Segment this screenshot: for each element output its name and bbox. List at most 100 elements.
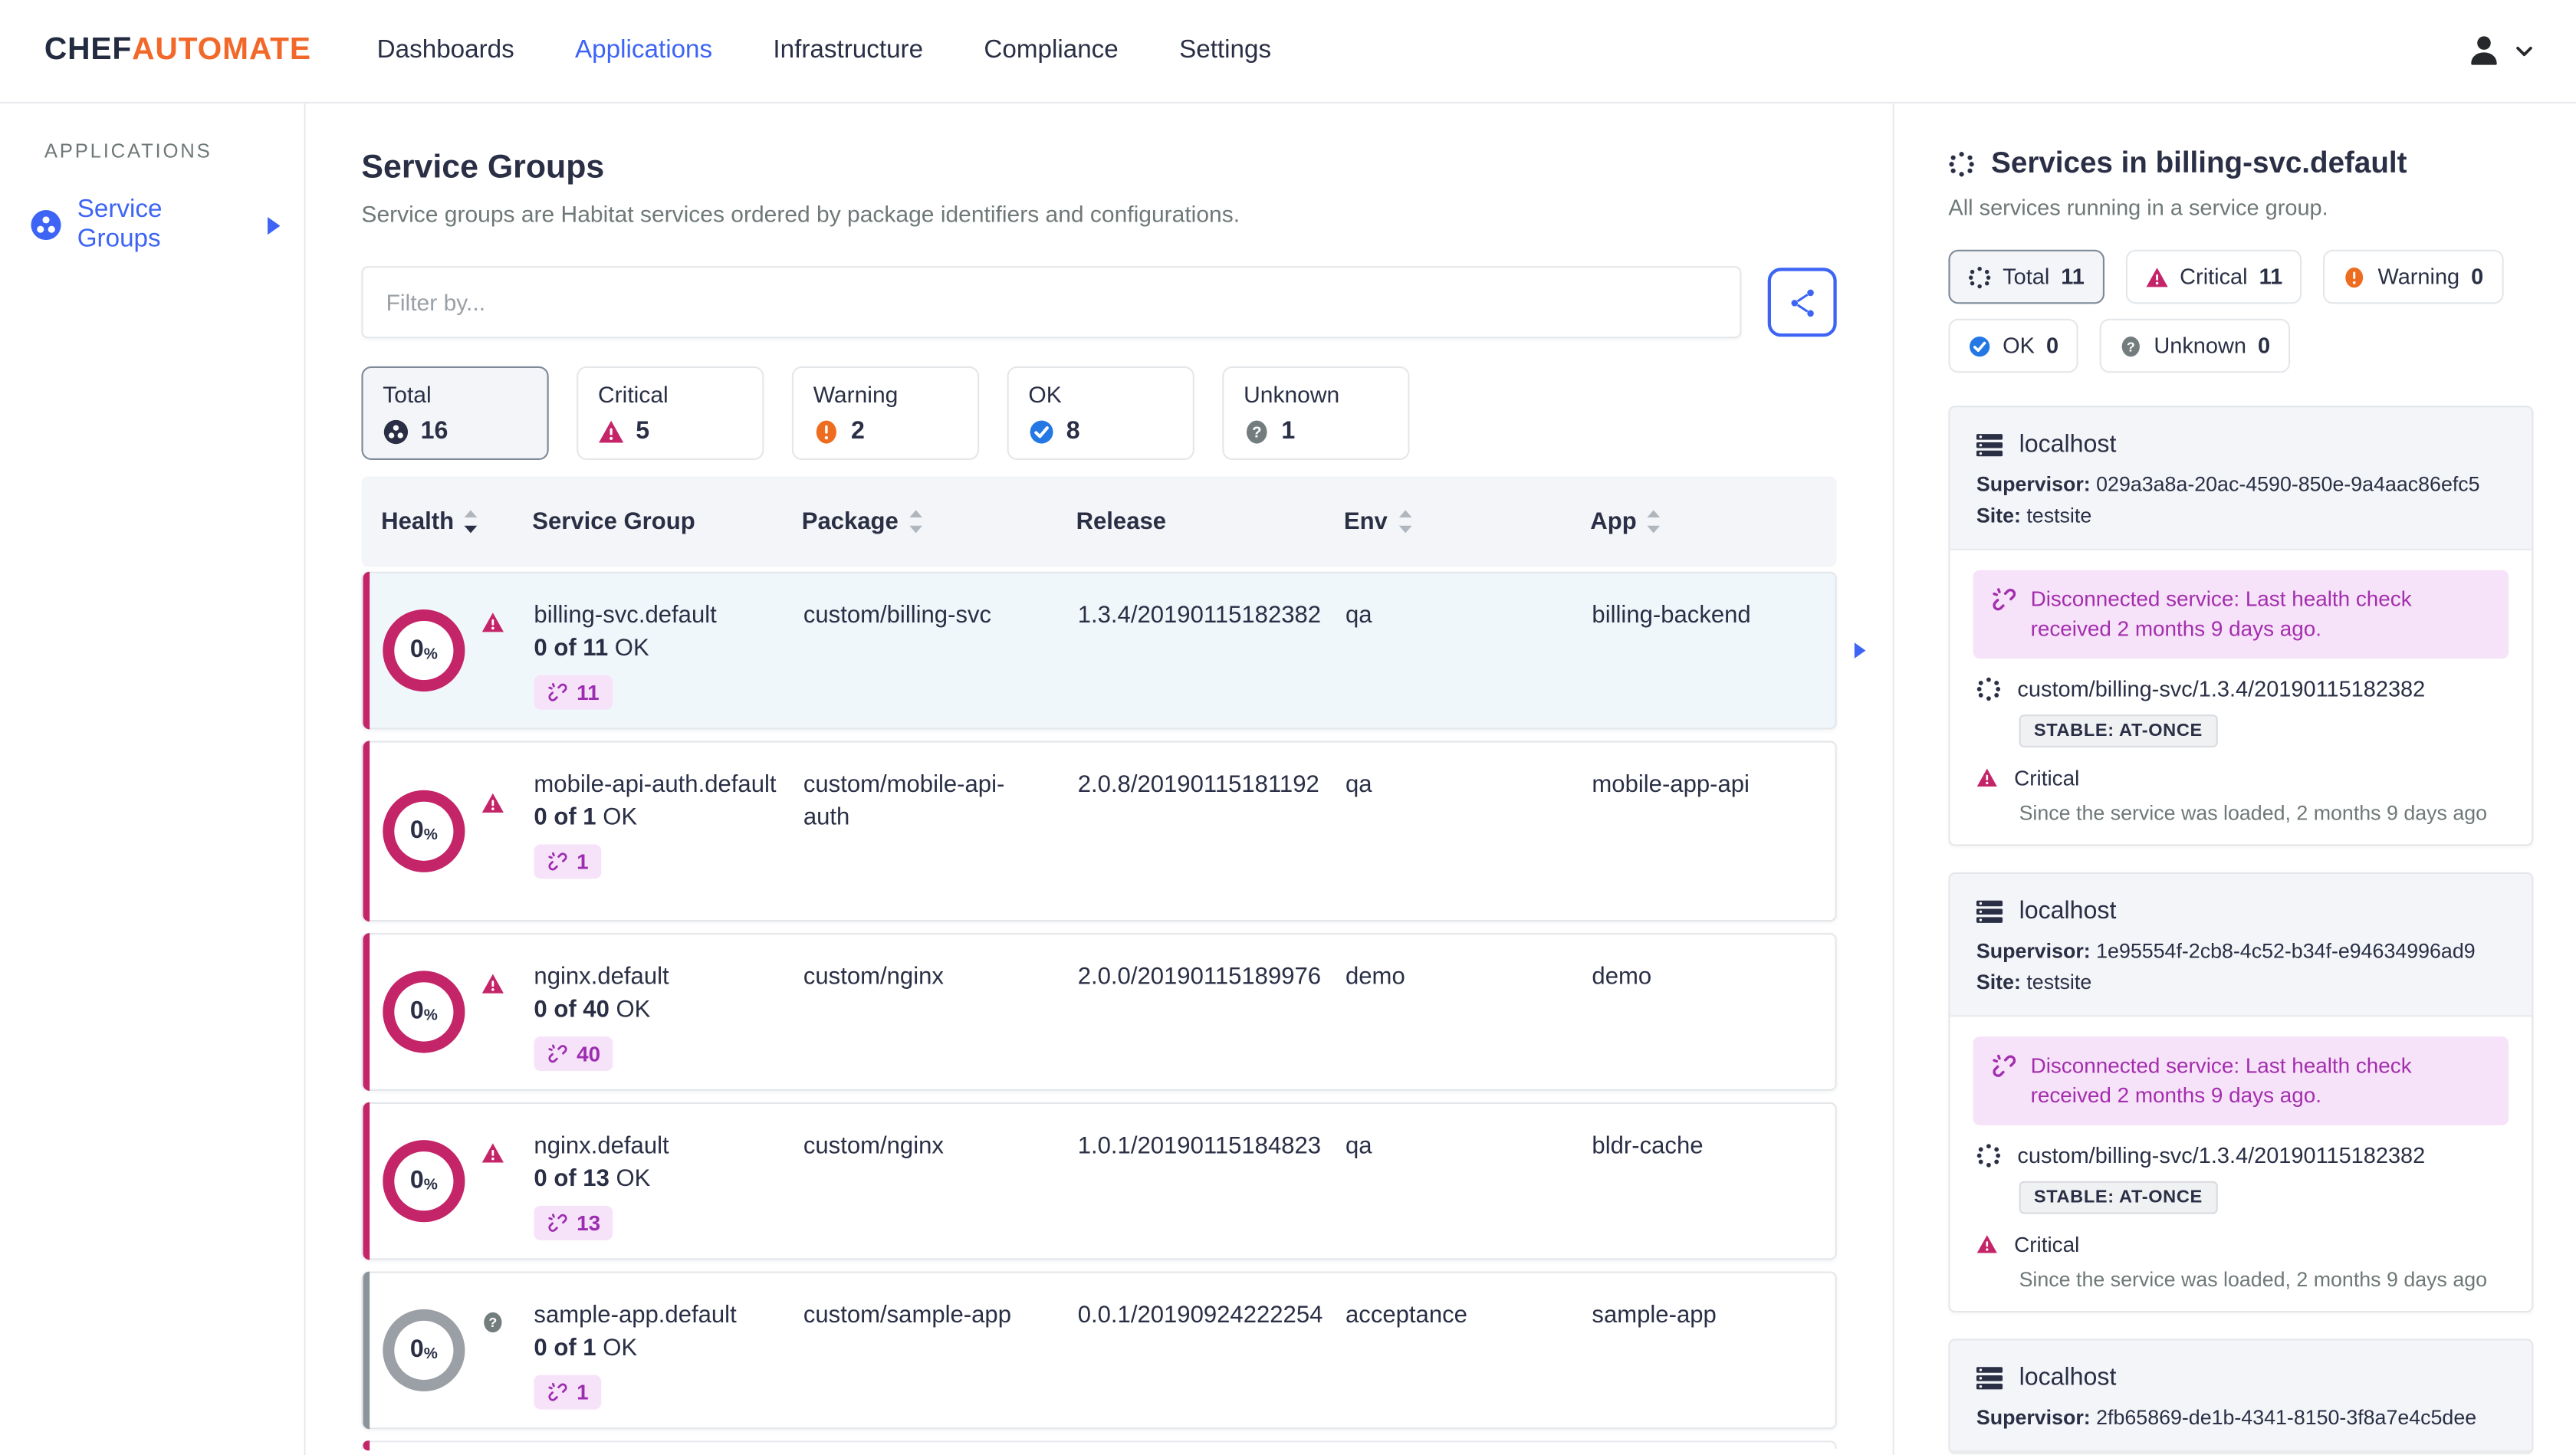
ok-icon	[1028, 418, 1054, 444]
row-health-accent	[363, 571, 370, 730]
release-cell: 2.0.0/20190115189976	[1077, 964, 1322, 991]
health-percent: 0	[409, 816, 424, 845]
summary-card-critical[interactable]: Critical 5	[577, 366, 764, 460]
service-group-row-clipped[interactable]	[361, 1440, 1837, 1451]
brand-automate: AUTOMATE	[132, 32, 311, 67]
nav-item-compliance[interactable]: Compliance	[984, 36, 1118, 66]
service-since: Since the service was loaded, 2 months 9…	[2019, 801, 2488, 825]
svg-text:?: ?	[2127, 338, 2135, 353]
health-donut: 0%	[383, 1140, 465, 1223]
sort-icon[interactable]	[1647, 509, 1661, 534]
nav-item-infrastructure[interactable]: Infrastructure	[773, 36, 923, 66]
warning-icon	[2343, 265, 2366, 288]
service-group-row-billing-svc-default[interactable]: 0% billing-svc.default 0 of 11 OK 11 custom/…	[361, 571, 1866, 730]
status-pill-row: OK 0? Unknown 0	[1948, 318, 2533, 373]
share-button[interactable]	[1767, 268, 1837, 337]
pill-value: 11	[2061, 264, 2085, 290]
column-header-package[interactable]: Package	[802, 508, 1076, 535]
critical-icon	[481, 611, 504, 634]
nav-item-applications[interactable]: Applications	[575, 36, 712, 66]
sort-icon[interactable]	[1398, 509, 1412, 534]
nav-item-dashboards[interactable]: Dashboards	[377, 36, 514, 66]
service-host: localhost	[2019, 897, 2117, 925]
health-percent-sign: %	[423, 1344, 438, 1363]
pill-value: 11	[2259, 264, 2283, 290]
ok-count: 0 of 40 OK	[534, 997, 651, 1023]
broken-link-icon	[1991, 586, 2017, 613]
person-icon	[2464, 31, 2503, 71]
service-group-row-nginx-default[interactable]: 0% nginx.default 0 of 40 OK 40 custom/nginx 2…	[361, 933, 1837, 1091]
pill-label: Total	[2003, 264, 2050, 290]
column-header-env[interactable]: Env	[1344, 508, 1590, 535]
dots-grid-icon	[1976, 1143, 2001, 1168]
page-title: Service Groups	[361, 149, 605, 186]
disconnected-count: 11	[577, 680, 600, 705]
status-pill-row: Total 11 Critical 11 Warning 0	[1948, 249, 2533, 304]
user-menu-button[interactable]	[2464, 31, 2533, 71]
status-pills: Total 11 Critical 11 Warning 0 OK 0? Unknown 0	[1948, 249, 2533, 373]
service-cards: localhost Supervisor: 029a3a8a-20ac-4590-…	[1948, 406, 2534, 1454]
disconnected-alert-text: Disconnected service: Last health check …	[2030, 586, 2412, 641]
service-supervisor: Supervisor: 2fb65869-de1b-4341-8150-3f8a…	[1976, 1406, 2477, 1430]
status-pill-unknown[interactable]: ? Unknown 0	[2099, 318, 2290, 373]
summary-card-unknown[interactable]: Unknown? 1	[1222, 366, 1410, 460]
service-group-row-sample-app-default[interactable]: 0%? sample-app.default 0 of 1 OK 1 custom/sa…	[361, 1271, 1837, 1430]
dots-grid-icon	[1948, 150, 1974, 176]
service-group-row-nginx-default[interactable]: 0% nginx.default 0 of 13 OK 13 custom/nginx 1…	[361, 1102, 1837, 1260]
warning-icon	[813, 418, 840, 444]
column-label: Release	[1076, 508, 1167, 535]
status-pill-total[interactable]: Total 11	[1948, 249, 2104, 304]
summary-card-ok[interactable]: OK 8	[1007, 366, 1194, 460]
status-pill-warning[interactable]: Warning 0	[2323, 249, 2503, 304]
service-card[interactable]: localhost Supervisor: 2fb65869-de1b-4341-…	[1948, 1338, 2534, 1454]
server-icon	[1976, 1365, 2003, 1391]
health-cell: 0%?	[363, 1273, 534, 1427]
service-group-list: 0% billing-svc.default 0 of 11 OK 11 custom/…	[361, 571, 1866, 1451]
column-label: Service Group	[532, 508, 695, 535]
service-host: localhost	[2019, 430, 2117, 458]
column-header-app[interactable]: App	[1590, 508, 1836, 535]
health-percent: 0	[409, 997, 424, 1026]
app-body: APPLICATIONS Service Groups Service Grou…	[0, 103, 2576, 1455]
panel-title-row: Services in billing-svc.default	[1948, 146, 2533, 181]
nav-item-settings[interactable]: Settings	[1179, 36, 1271, 66]
column-header-service-group[interactable]: Service Group	[532, 508, 801, 534]
service-package: custom/billing-svc/1.3.4/20190115182382	[2017, 1143, 2426, 1168]
channel-chip: STABLE: AT-ONCE	[2019, 714, 2218, 747]
sort-icon[interactable]	[464, 509, 478, 534]
column-header-health[interactable]: Health	[361, 508, 532, 535]
health-donut: 0%	[383, 971, 465, 1053]
summary-card-label: OK	[1028, 381, 1062, 408]
release-cell: 1.0.1/20190115184823	[1077, 1133, 1322, 1160]
health-cell: 0%	[363, 1104, 534, 1258]
unknown-icon: ?	[481, 1311, 504, 1334]
filter-input[interactable]	[361, 266, 1742, 339]
sidebar-item-service-groups[interactable]: Service Groups	[0, 186, 304, 264]
broken-link-icon	[547, 851, 569, 872]
service-groups-icon	[30, 209, 63, 241]
health-cell: 0%	[363, 743, 534, 920]
app-cell: billing-backend	[1592, 603, 1751, 629]
pill-value: 0	[2257, 333, 2271, 359]
sort-icon[interactable]	[909, 509, 923, 534]
column-header-release[interactable]: Release	[1076, 508, 1344, 534]
svg-text:?: ?	[488, 1315, 497, 1330]
pill-label: Unknown	[2154, 333, 2246, 359]
disconnected-badge: 40	[534, 1036, 614, 1072]
summary-card-warning[interactable]: Warning 2	[791, 366, 980, 460]
health-percent: 0	[409, 1335, 424, 1364]
pill-label: Critical	[2180, 264, 2248, 290]
status-pill-ok[interactable]: OK 0	[1948, 318, 2078, 373]
service-card[interactable]: localhost Supervisor: 029a3a8a-20ac-4590-…	[1948, 406, 2534, 846]
status-pill-critical[interactable]: Critical 11	[2125, 249, 2302, 304]
sidebar-section-label: APPLICATIONS	[44, 140, 212, 163]
service-group-cell: nginx.default 0 of 13 OK 13	[534, 1104, 803, 1258]
share-icon	[1786, 287, 1818, 318]
summary-card-total[interactable]: Total 16	[361, 366, 549, 460]
service-group-row-mobile-api-auth-default[interactable]: 0% mobile-api-auth.default 0 of 1 OK 1 custo…	[361, 741, 1837, 922]
row-health-accent	[363, 1440, 370, 1451]
service-card[interactable]: localhost Supervisor: 1e95554f-2cb8-4c52-…	[1948, 872, 2534, 1313]
brand-logo[interactable]: CHEFAUTOMATE	[44, 33, 311, 69]
ok-icon	[1968, 334, 1991, 357]
summary-card-value: 16	[420, 417, 449, 445]
